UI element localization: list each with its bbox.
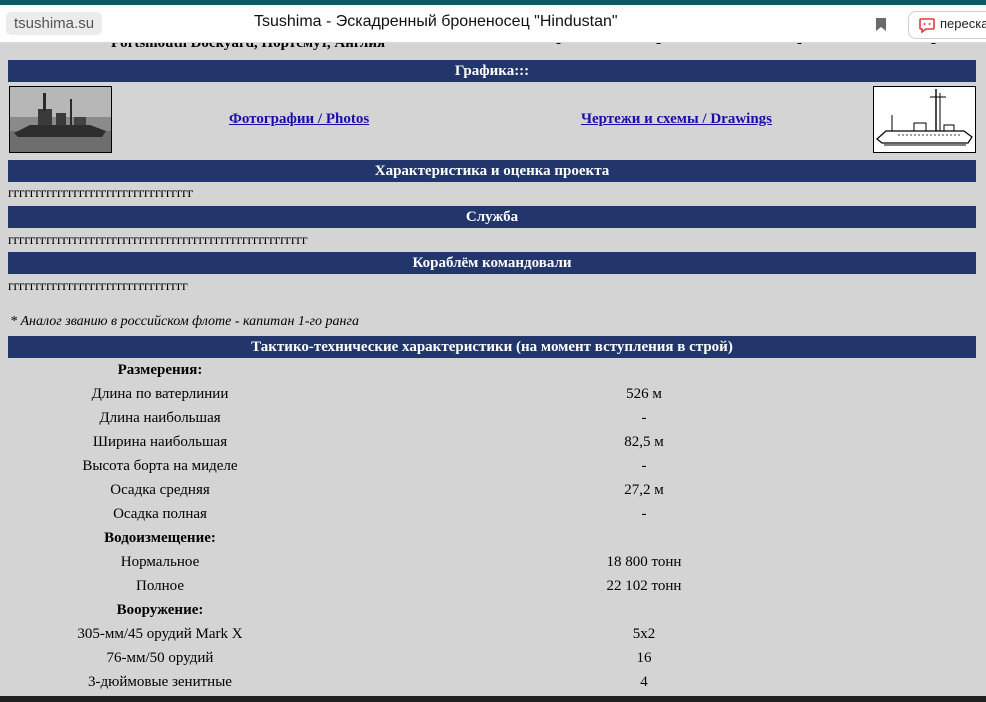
builder-place: Portsmouth Dockyard, Портсмут, Англия [111,43,386,51]
browser-toolbar: tsushima.su Tsushima - Эскадренный броне… [0,5,986,43]
spec-value: - [641,506,647,522]
ship-drawing-thumbnail[interactable] [873,86,976,153]
spec-value: 27,2 м [624,482,664,498]
spec-label: Ширина наибольшая [92,434,228,450]
spec-value: 526 м [626,386,662,402]
spec-label: Полное [136,578,184,594]
window-bottom-edge [0,696,986,702]
ship-photo-thumbnail[interactable] [9,86,112,153]
spec-group-heading: Вооружение: [116,602,204,618]
service-heading: Служба [8,206,976,228]
builder-row: Portsmouth Dockyard, Портсмут, Англия - … [0,43,986,53]
rank-footnote: * Аналог званию в российском флоте - кап… [10,314,359,329]
commanders-heading: Кораблём командовали [8,252,976,274]
photos-link[interactable]: Фотографии / Photos [229,111,369,128]
spec-value: 82,5 м [624,434,664,450]
address-bar-host[interactable]: tsushima.su [6,12,103,35]
spec-label: Нормальное [120,554,200,570]
spec-value: - [641,458,647,474]
ship-photo-image [10,87,111,152]
spec-group-heading: Водоизмещение: [104,530,216,546]
builder-dash: - [797,43,802,51]
spec-label: Высота борта на миделе [82,458,238,474]
specs-heading: Тактико-технические характеристики (на м… [8,336,976,358]
spec-label: Осадка средняя [110,482,210,498]
builder-dash: - [931,43,936,51]
page-content: Portsmouth Dockyard, Портсмут, Англия - … [0,43,986,702]
spec-value: 5x2 [632,626,656,642]
builder-dash: - [656,43,661,51]
builder-dash: - [556,43,561,51]
spec-label: Осадка полная [113,506,207,522]
page-title: Tsushima - Эскадренный броненосец "Hindu… [254,13,618,30]
spec-label: Длина по ватерлинии [91,386,229,402]
drawings-link[interactable]: Чертежи и схемы / Drawings [581,111,772,128]
spec-value: 22 102 тонн [606,578,682,594]
spec-label: 3-дюймовые зенитные [88,674,232,690]
service-text: гггггггггггггггггггггггггггггггггггггггг… [8,233,308,248]
spec-label: 76-мм/50 орудий [106,650,214,666]
spec-group-heading: Размерения: [117,362,203,378]
speech-bubble-icon [919,18,935,33]
ship-drawing-image [874,87,975,152]
project-heading: Характеристика и оценка проекта [8,160,976,182]
bookmark-icon[interactable] [875,17,887,32]
spec-value: 4 [640,674,648,690]
graphics-heading: Графика::: [8,60,976,82]
translate-button[interactable]: пересказ [908,11,986,39]
translate-label: пересказ [940,16,986,31]
commanders-text: ггггггггггггггггггггггггггггггггг [8,279,188,294]
spec-value: - [641,410,647,426]
spec-label: 305-мм/45 орудий Mark X [77,626,243,642]
spec-label: Длина наибольшая [99,410,221,426]
spec-value: 18 800 тонн [606,554,682,570]
spec-value: 16 [636,650,652,666]
project-text: гггггггггггггггггггггггггггггггггг [8,186,194,201]
